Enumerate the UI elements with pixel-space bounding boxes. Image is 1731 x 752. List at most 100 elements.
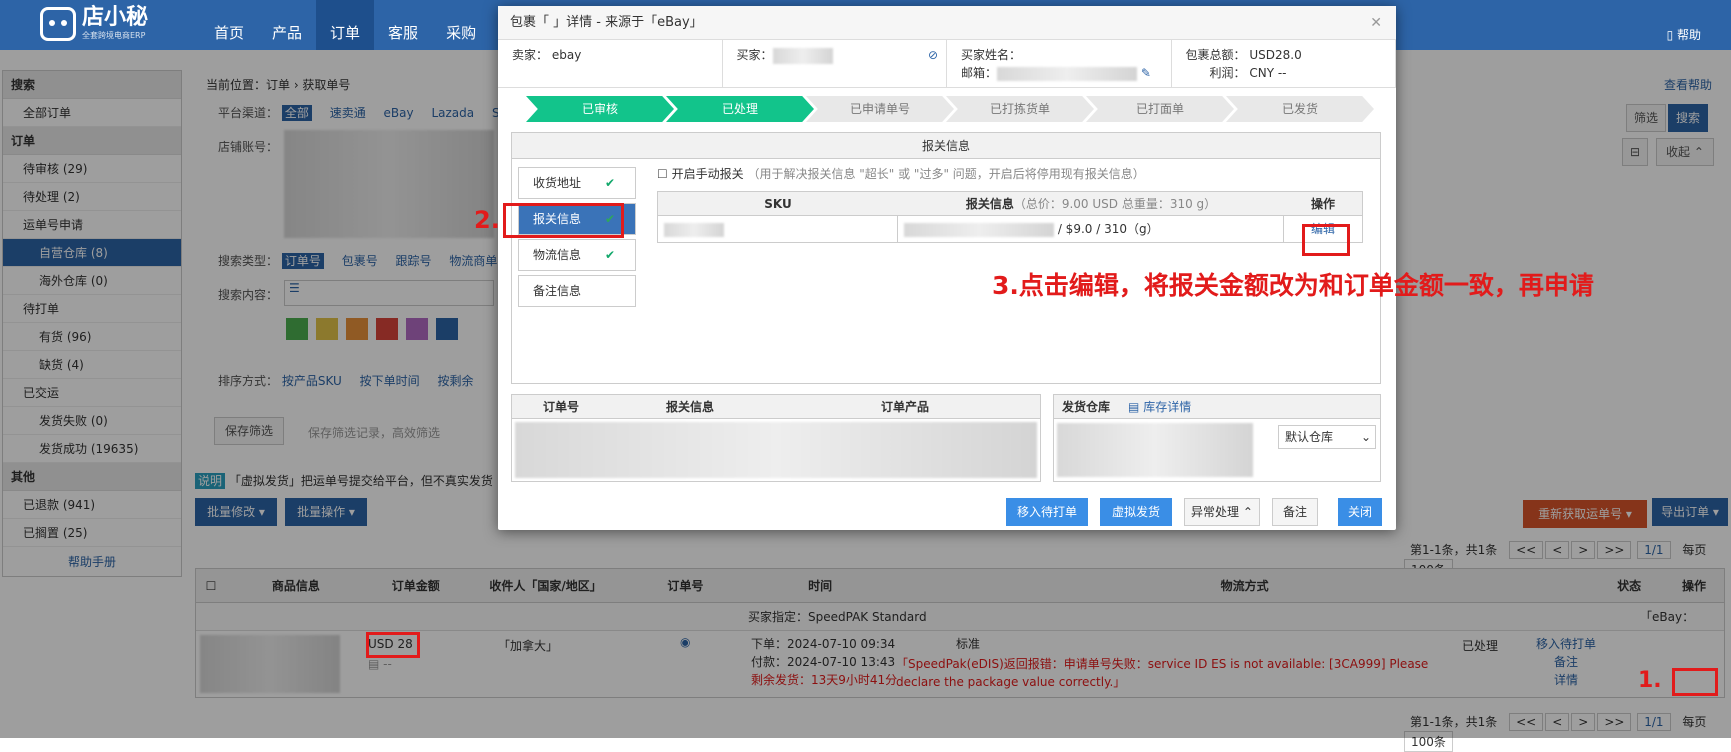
pager-prev[interactable]: < <box>1545 541 1570 559</box>
chat-icon[interactable]: ◉ <box>680 635 690 649</box>
batch-edit-button[interactable]: 批量修改 ▾ <box>195 498 277 526</box>
nav-service[interactable]: 客服 <box>374 0 432 50</box>
sidebar-item-out-of-stock[interactable]: 缺货 (4) <box>3 351 181 379</box>
sidebar-item-in-stock[interactable]: 有货 (96) <box>3 323 181 351</box>
sku-blurred <box>664 222 724 237</box>
stock-detail-link[interactable]: ▤ 库存详情 <box>1128 395 1191 418</box>
color-tag-purple[interactable] <box>406 318 428 340</box>
sidebar-item-pending-review[interactable]: 待审核 (29) <box>3 155 181 183</box>
sidebar-item-ship-failed[interactable]: 发货失败 (0) <box>3 407 181 435</box>
move-to-print-button[interactable]: 移入待打单 <box>1006 498 1088 526</box>
close-icon[interactable]: ✕ <box>1370 6 1382 40</box>
platform-ebay[interactable]: eBay <box>384 106 414 120</box>
col-logistics: 物流方式 <box>1220 579 1269 593</box>
move-to-print-link[interactable]: 移入待打单 <box>1536 635 1596 653</box>
annotation-tab-box <box>503 203 624 238</box>
sidebar-search[interactable]: 搜索 <box>3 71 181 99</box>
sort-by-sku[interactable]: 按产品SKU <box>282 374 342 388</box>
pager-current: 1/1 <box>1637 541 1671 559</box>
amount-note: ▤ -- <box>368 657 392 671</box>
sort-by-remain[interactable]: 按剩余 <box>437 374 473 388</box>
pager-last[interactable]: >> <box>1597 541 1632 559</box>
pager-last[interactable]: >> <box>1597 713 1632 731</box>
pager-next[interactable]: > <box>1571 541 1596 559</box>
collapse-button[interactable]: 收起 ⌃ <box>1656 138 1714 166</box>
step-picklist: 已打拣货单 <box>946 96 1094 122</box>
search-type-filter: 搜索类型： 订单号 包裹号 跟踪号 物流商单 <box>218 252 511 269</box>
sidebar-item-waybill[interactable]: 运单号申请 <box>3 211 181 239</box>
block-icon[interactable]: ⊘ <box>928 46 938 64</box>
refetch-waybill-button[interactable]: 重新获取运单号 ▾ <box>1523 500 1647 528</box>
help-link[interactable]: ▯ 帮助 <box>1667 26 1701 43</box>
tab-remark[interactable]: 备注信息 <box>518 275 636 307</box>
tab-address[interactable]: 收货地址 ✔ <box>518 167 636 199</box>
remark-button[interactable]: 备注 <box>1272 498 1318 526</box>
color-tag-green[interactable] <box>286 318 308 340</box>
check-icon: ✔ <box>604 176 615 190</box>
search-button[interactable]: 搜索 <box>1668 104 1708 132</box>
detail-tabs: 收货地址 ✔ 报关信息 ✔ 物流信息 ✔ 备注信息 <box>518 167 636 311</box>
manual-decl-checkbox[interactable]: ☐ <box>657 167 668 181</box>
search-type-tracking[interactable]: 跟踪号 <box>396 254 432 268</box>
sidebar-item-label: 缺货 <box>39 358 64 372</box>
edit-icon[interactable]: ✎ <box>1141 66 1151 80</box>
color-tag-blue[interactable] <box>436 318 458 340</box>
sidebar-item-ship-success[interactable]: 发货成功 (19635) <box>3 435 181 463</box>
per-page-select[interactable]: 100条 <box>1404 731 1453 752</box>
close-button[interactable]: 关闭 <box>1338 498 1382 526</box>
search-type-order[interactable]: 订单号 <box>281 253 324 269</box>
sort-by-time[interactable]: 按下单时间 <box>360 374 420 388</box>
color-tags <box>286 318 458 340</box>
nav-home[interactable]: 首页 <box>200 0 258 50</box>
tab-label: 收货地址 <box>533 176 582 190</box>
platform-aliexpress[interactable]: 速卖通 <box>330 106 366 120</box>
select-all-checkbox[interactable]: ☐ <box>196 569 226 602</box>
detail-link[interactable]: 详情 <box>1536 671 1596 689</box>
color-tag-yellow[interactable] <box>316 318 338 340</box>
sidebar-item-shelved[interactable]: 已搁置 (25) <box>3 519 181 547</box>
view-help-link[interactable]: 查看帮助 <box>1664 76 1712 93</box>
virtual-ship-button[interactable]: 虚拟发货 <box>1100 498 1172 526</box>
pager-next[interactable]: > <box>1571 713 1596 731</box>
nav-order[interactable]: 订单 <box>316 0 375 50</box>
sidebar-item-pending[interactable]: 待处理 (2) <box>3 183 181 211</box>
layout-icon[interactable]: ⊟ <box>1622 138 1648 166</box>
sidebar-item-refunded[interactable]: 已退款 (941) <box>3 491 181 519</box>
check-icon: ✔ <box>604 248 615 262</box>
remark-link[interactable]: 备注 <box>1536 653 1596 671</box>
save-filter-button[interactable]: 保存筛选 <box>214 417 284 445</box>
search-type-carrier[interactable]: 物流商单 <box>449 254 497 268</box>
help-manual-link[interactable]: 帮助手册 <box>3 547 181 576</box>
search-input[interactable]: ☰ <box>284 280 494 306</box>
col-amount: 订单金额 <box>391 579 440 593</box>
nav-product[interactable]: 产品 <box>258 0 316 50</box>
search-type-package[interactable]: 包裹号 <box>342 254 378 268</box>
platform-all[interactable]: 全部 <box>281 105 312 121</box>
sidebar-item-overseas[interactable]: 海外仓库 (0) <box>3 267 181 295</box>
order-summary-blurred <box>515 422 1037 478</box>
sidebar-item-own-warehouse[interactable]: 自营仓库 (8) <box>3 239 181 267</box>
platform-lazada[interactable]: Lazada <box>431 106 474 120</box>
annotation-step3: 3.点击编辑，将报关金额改为和订单金额一致，再申请 <box>992 271 1594 300</box>
export-order-button[interactable]: 导出订单 ▾ <box>1652 498 1728 526</box>
sidebar-item-to-print[interactable]: 待打单 <box>3 295 181 323</box>
profit-value: CNY -- <box>1249 66 1287 80</box>
filter-button[interactable]: 筛选 <box>1626 104 1666 132</box>
pager-prev[interactable]: < <box>1545 713 1570 731</box>
modal-title: 包裹「 」详情 - 来源于「eBay」 <box>510 15 703 30</box>
sidebar-item-label: 发货成功 <box>39 442 88 456</box>
col-actions: 操作 <box>1682 579 1707 593</box>
sidebar-all-orders[interactable]: 全部订单 <box>3 99 181 127</box>
color-tag-orange[interactable] <box>346 318 368 340</box>
sidebar-item-shipped[interactable]: 已交运 <box>3 379 181 407</box>
pager-first[interactable]: << <box>1509 541 1544 559</box>
col-declaration: 报关信息 <box>665 400 714 414</box>
color-tag-red[interactable] <box>376 318 398 340</box>
pager-first[interactable]: << <box>1509 713 1544 731</box>
logo[interactable]: 店小秘 全套跨境电商ERP <box>40 6 148 41</box>
exception-button[interactable]: 异常处理 ⌃ <box>1184 498 1260 526</box>
warehouse-select[interactable]: 默认仓库 ⌄ <box>1278 425 1376 449</box>
batch-op-button[interactable]: 批量操作 ▾ <box>285 498 367 526</box>
tab-logistics[interactable]: 物流信息 ✔ <box>518 239 636 271</box>
nav-purchase[interactable]: 采购 <box>432 0 490 50</box>
